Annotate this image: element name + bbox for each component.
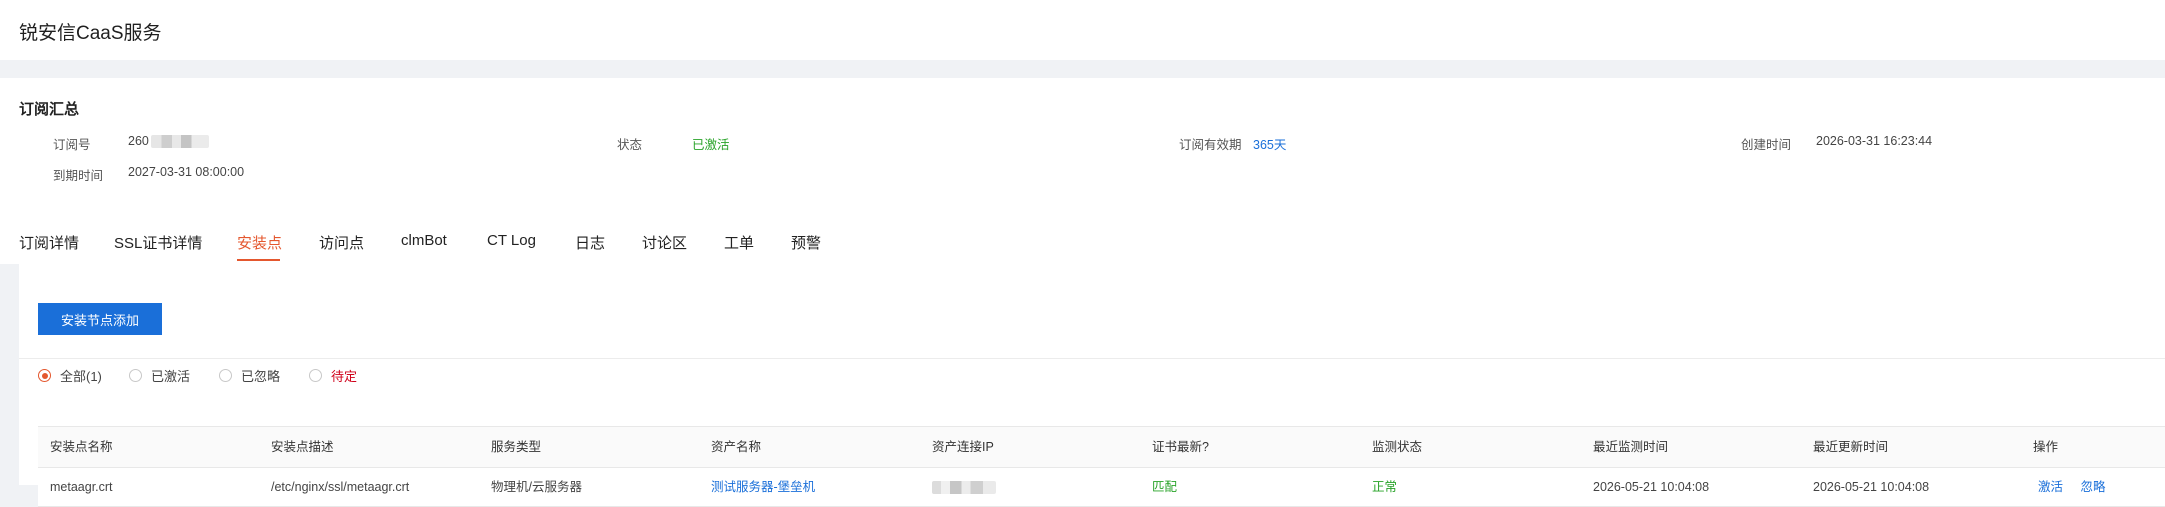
tab-ct-log[interactable]: CT Log bbox=[487, 232, 536, 249]
filter-all-label: 全部(1) bbox=[60, 369, 102, 384]
cell-asset-ip bbox=[932, 468, 996, 506]
col-actions: 操作 bbox=[2033, 440, 2059, 454]
created-label: 创建时间 bbox=[1741, 138, 1792, 152]
filter-pending-label: 待定 bbox=[331, 369, 358, 384]
col-cert-latest: 证书最新? bbox=[1152, 440, 1209, 454]
active-tab-indicator bbox=[237, 259, 280, 261]
expire-value: 2027-03-31 08:00:00 bbox=[128, 165, 245, 179]
tab-discussion[interactable]: 讨论区 bbox=[642, 232, 687, 253]
tab-ssl-cert-detail[interactable]: SSL证书详情 bbox=[114, 232, 202, 253]
col-last-monitor: 最近监测时间 bbox=[1593, 440, 1669, 454]
tab-alerts[interactable]: 预警 bbox=[791, 232, 821, 253]
cell-cert-latest: 匹配 bbox=[1152, 480, 1178, 494]
tab-bar: 订阅详情 SSL证书详情 安装点 访问点 clmBot CT Log 日志 讨论… bbox=[0, 204, 2165, 264]
validity-field: 订阅有效期 365天 bbox=[1179, 134, 1286, 153]
status-value: 已激活 bbox=[692, 138, 730, 152]
created-field: 创建时间 2026-03-31 16:23:44 bbox=[1741, 134, 1932, 153]
filter-activated-radio[interactable]: 已激活 bbox=[129, 366, 190, 385]
table-header: 安装点名称 安装点描述 服务类型 资产名称 资产连接IP 证书最新? 监测状态 … bbox=[38, 426, 2165, 468]
radio-icon bbox=[219, 369, 232, 382]
install-points-table: 安装点名称 安装点描述 服务类型 资产名称 资产连接IP 证书最新? 监测状态 … bbox=[38, 426, 2165, 507]
tab-logs[interactable]: 日志 bbox=[575, 232, 605, 253]
add-install-node-button[interactable]: 安装节点添加 bbox=[38, 303, 162, 335]
cell-install-point-name: metaagr.crt bbox=[50, 480, 113, 494]
filter-pending-radio[interactable]: 待定 bbox=[309, 366, 357, 385]
filter-activated-label: 已激活 bbox=[151, 369, 191, 384]
ignore-link[interactable]: 忽略 bbox=[2081, 480, 2106, 494]
cell-actions: 激活 忽略 bbox=[2038, 468, 2120, 506]
cell-install-point-desc: /etc/nginx/ssl/metaagr.crt bbox=[271, 480, 410, 494]
col-monitor-status: 监测状态 bbox=[1372, 440, 1423, 454]
col-install-point-name: 安装点名称 bbox=[50, 440, 113, 454]
filter-all-radio[interactable]: 全部(1) bbox=[38, 366, 102, 385]
expire-label: 到期时间 bbox=[53, 169, 104, 183]
activate-link[interactable]: 激活 bbox=[2038, 480, 2063, 494]
radio-icon bbox=[38, 369, 51, 382]
cell-last-update: 2026-05-21 10:04:08 bbox=[1813, 480, 1930, 494]
col-asset-ip: 资产连接IP bbox=[932, 440, 994, 454]
validity-value: 365天 bbox=[1253, 138, 1287, 152]
col-install-point-desc: 安装点描述 bbox=[271, 440, 334, 454]
order-no-field: 订阅号 260 bbox=[53, 134, 209, 153]
col-asset-name: 资产名称 bbox=[711, 440, 762, 454]
col-last-update: 最近更新时间 bbox=[1813, 440, 1889, 454]
order-no-label: 订阅号 bbox=[53, 138, 91, 152]
redacted-ip-mask bbox=[932, 481, 996, 495]
header-card: 锐安信CaaS服务 bbox=[0, 0, 2165, 60]
summary-title: 订阅汇总 bbox=[19, 101, 80, 118]
created-value: 2026-03-31 16:23:44 bbox=[1816, 134, 1933, 148]
validity-label: 订阅有效期 bbox=[1179, 138, 1242, 152]
tab-tickets[interactable]: 工单 bbox=[724, 232, 754, 253]
content-area: 订阅详情 SSL证书详情 安装点 访问点 clmBot CT Log 日志 讨论… bbox=[0, 204, 2165, 507]
tab-install-points[interactable]: 安装点 bbox=[237, 232, 282, 253]
filter-ignored-label: 已忽略 bbox=[241, 369, 281, 384]
cell-last-monitor: 2026-05-21 10:04:08 bbox=[1593, 480, 1710, 494]
order-no-text: 260 bbox=[128, 134, 149, 148]
table-row: metaagr.crt /etc/nginx/ssl/metaagr.crt 物… bbox=[38, 468, 2165, 507]
expire-field: 到期时间 2027-03-31 08:00:00 bbox=[53, 165, 244, 184]
status-label: 状态 bbox=[617, 138, 643, 152]
tab-subscription-detail[interactable]: 订阅详情 bbox=[19, 232, 79, 253]
tab-access-points[interactable]: 访问点 bbox=[319, 232, 364, 253]
col-service-type: 服务类型 bbox=[491, 440, 542, 454]
filter-ignored-radio[interactable]: 已忽略 bbox=[219, 366, 280, 385]
radio-icon bbox=[129, 369, 142, 382]
redacted-mask bbox=[150, 135, 209, 149]
cell-service-type: 物理机/云服务器 bbox=[491, 480, 582, 494]
subscription-summary: 订阅汇总 订阅号 260 状态 已激活 订阅有效期 365天 创建时间 2026… bbox=[0, 78, 2165, 204]
divider bbox=[19, 358, 2165, 359]
install-points-panel: 安装节点添加 全部(1) 已激活 已忽略 待定 安装点名称 安装点描述 服务类型… bbox=[19, 264, 2165, 507]
radio-icon bbox=[309, 369, 322, 382]
page-title: 锐安信CaaS服务 bbox=[19, 23, 162, 44]
order-no-value: 260 bbox=[128, 134, 209, 149]
status-field: 状态 已激活 bbox=[617, 134, 730, 153]
tab-clmbot[interactable]: clmBot bbox=[401, 232, 447, 249]
cell-monitor-status: 正常 bbox=[1372, 480, 1398, 494]
asset-name-link[interactable]: 测试服务器-堡垒机 bbox=[711, 468, 815, 506]
